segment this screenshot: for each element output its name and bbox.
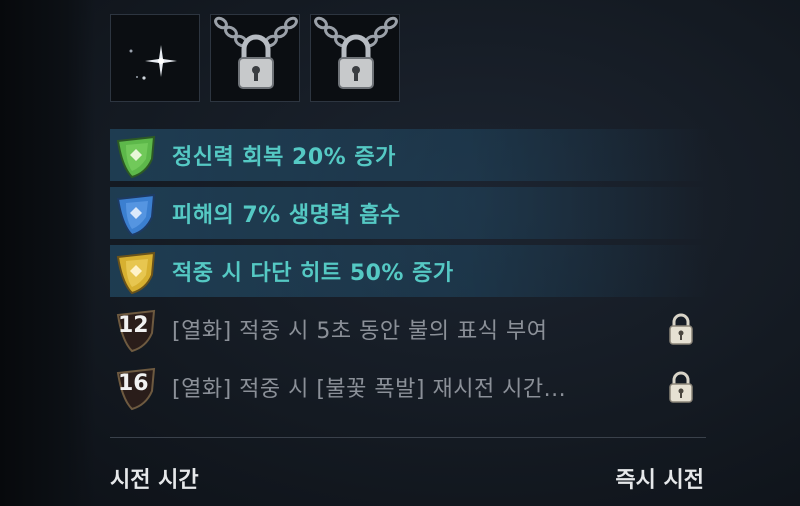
yellow-crest-icon: [116, 251, 156, 295]
locked-effect-text: [열화] 적중 시 [불꽃 폭발] 재시전 시간...: [172, 377, 567, 402]
green-crest-icon: [116, 135, 156, 179]
sparkle-icon: [129, 45, 177, 80]
chain-padlock-icon: [314, 16, 398, 89]
skill-tooltip: 정신력 회복 20% 증가 피해의 7% 생명력 흡수 적중 시 다단 히트 5…: [0, 0, 800, 506]
left-shadow: [0, 0, 95, 506]
unlock-level: 16: [118, 371, 149, 396]
effect-row[interactable]: 적중 시 다단 히트 50% 증가: [110, 242, 710, 300]
locked-effect-row[interactable]: 16 [열화] 적중 시 [불꽃 폭발] 재시전 시간...: [110, 358, 710, 416]
unlock-level: 12: [118, 313, 149, 338]
rune-slots: [110, 14, 400, 102]
divider: [110, 437, 706, 438]
effect-row[interactable]: 피해의 7% 생명력 흡수: [110, 184, 710, 242]
sparkle-slot[interactable]: [110, 14, 200, 102]
cast-time-value: 즉시 시전: [615, 468, 704, 493]
effect-row[interactable]: 정신력 회복 20% 증가: [110, 126, 710, 184]
padlock-icon: [669, 313, 693, 345]
effect-text: 피해의 7% 생명력 흡수: [172, 203, 401, 228]
locked-effect-row[interactable]: 12 [열화] 적중 시 5초 동안 불의 표식 부여: [110, 300, 710, 358]
effect-list: 정신력 회복 20% 증가 피해의 7% 생명력 흡수 적중 시 다단 히트 5…: [110, 126, 710, 416]
locked-effect-text: [열화] 적중 시 5초 동안 불의 표식 부여: [172, 319, 548, 344]
padlock-icon: [669, 371, 693, 403]
effect-text: 적중 시 다단 히트 50% 증가: [172, 261, 454, 286]
locked-slot-1[interactable]: [210, 14, 300, 102]
effect-text: 정신력 회복 20% 증가: [172, 145, 396, 170]
locked-slot-2[interactable]: [310, 14, 400, 102]
chain-padlock-icon: [214, 16, 298, 89]
blue-crest-icon: [116, 193, 156, 237]
cast-time-label: 시전 시간: [110, 468, 199, 493]
